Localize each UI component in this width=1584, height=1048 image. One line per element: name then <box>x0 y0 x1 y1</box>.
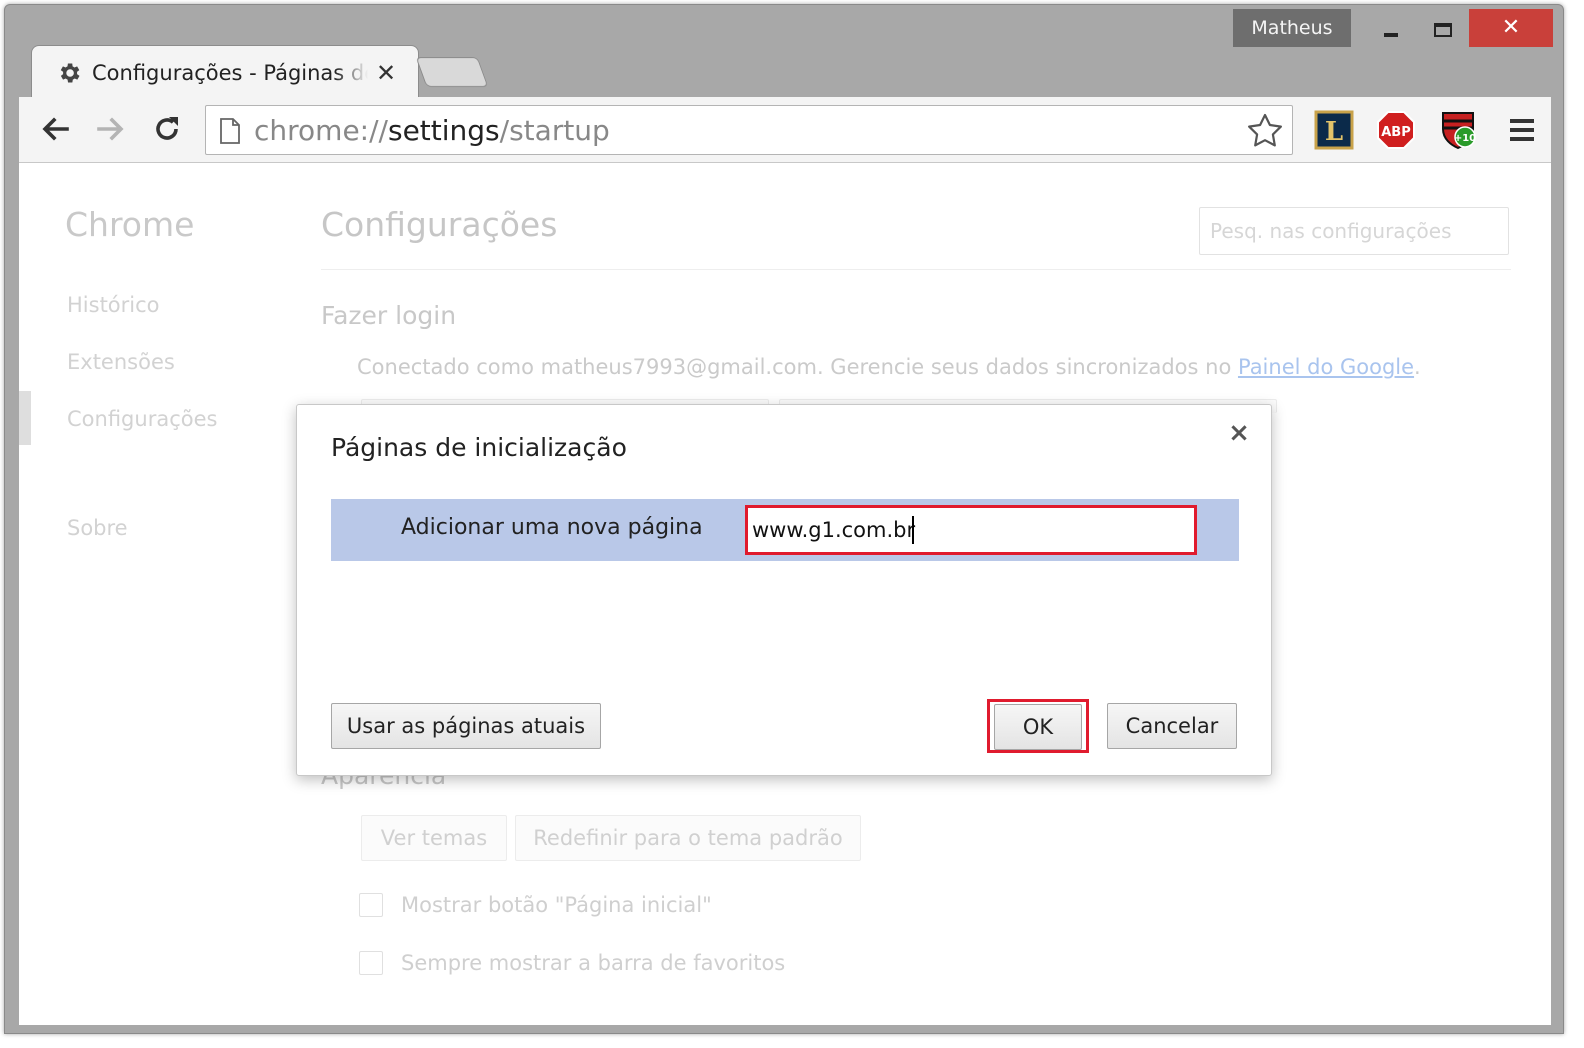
forward-arrow-icon <box>97 117 124 141</box>
profile-button[interactable]: Matheus <box>1233 9 1351 47</box>
sidebar-item-extensoes[interactable]: Extensões <box>67 350 175 374</box>
login-section-heading: Fazer login <box>321 301 457 330</box>
shield-badge-label: +10 <box>1454 133 1476 144</box>
league-badge-icon: L <box>1314 110 1354 150</box>
abp-label: ABP <box>1381 125 1411 140</box>
startup-pages-dialog: Páginas de inicialização × Adicionar uma… <box>296 404 1272 776</box>
add-page-row: Adicionar uma nova página <box>331 499 1239 561</box>
url-scheme: chrome:// <box>254 114 388 147</box>
login-info-text: Conectado como matheus7993@gmail.com. Ge… <box>357 355 1421 379</box>
minimize-icon <box>1384 32 1398 37</box>
flamengo-extension-icon[interactable]: +10 <box>1437 109 1479 151</box>
league-extension-icon[interactable]: L <box>1313 109 1355 151</box>
maximize-icon <box>1434 22 1452 37</box>
dialog-close-button[interactable]: × <box>1225 419 1253 447</box>
show-bookmarks-bar-label: Sempre mostrar a barra de favoritos <box>401 951 786 975</box>
dialog-title: Páginas de inicialização <box>331 433 627 462</box>
sidebar-title: Chrome <box>65 205 195 244</box>
show-home-button-checkbox[interactable] <box>359 893 383 917</box>
reload-icon <box>156 117 178 140</box>
sidebar-item-sobre[interactable]: Sobre <box>67 516 128 540</box>
reload-button[interactable] <box>149 111 185 147</box>
add-page-input-highlight <box>745 505 1197 555</box>
minimize-button[interactable] <box>1365 9 1417 47</box>
show-home-button-label: Mostrar botão "Página inicial" <box>401 893 712 917</box>
text-caret <box>912 516 914 544</box>
tab-title: Configurações - Páginas de inicialização <box>92 61 368 85</box>
google-dashboard-link[interactable]: Painel do Google <box>1238 355 1414 379</box>
sidebar-item-configuracoes[interactable]: Configurações <box>67 407 217 431</box>
url-path: /startup <box>499 114 610 147</box>
sidebar-active-indicator <box>19 391 31 445</box>
back-arrow-icon <box>42 117 69 141</box>
chrome-menu-button[interactable] <box>1501 109 1543 151</box>
sidebar-item-historico[interactable]: Histórico <box>67 293 160 317</box>
tab-settings[interactable]: Configurações - Páginas de inicialização… <box>31 45 419 101</box>
toolbar: chrome://settings/startup L ABP +10 <box>19 97 1551 163</box>
back-button[interactable] <box>37 111 73 147</box>
ok-button[interactable]: OK <box>994 704 1082 750</box>
show-bookmarks-bar-checkbox[interactable] <box>359 951 383 975</box>
hamburger-menu-icon <box>1510 119 1534 141</box>
url-host: settings <box>387 114 500 147</box>
add-page-label: Adicionar uma nova página <box>401 515 703 540</box>
title-divider <box>321 269 1511 270</box>
view-themes-button[interactable]: Ver temas <box>361 815 507 861</box>
forward-button[interactable] <box>93 111 129 147</box>
use-current-pages-button[interactable]: Usar as páginas atuais <box>331 703 601 749</box>
settings-search-input[interactable]: Pesq. nas configurações <box>1199 207 1509 255</box>
add-page-input[interactable] <box>748 508 1194 552</box>
maximize-button[interactable] <box>1417 9 1469 47</box>
tab-close-button[interactable]: ✕ <box>374 59 398 87</box>
ok-button-highlight: OK <box>987 699 1089 753</box>
page-title: Configurações <box>321 205 558 244</box>
adblock-plus-icon[interactable]: ABP <box>1375 109 1417 151</box>
login-info-text-body: Conectado como matheus7993@gmail.com. Ge… <box>357 355 1238 379</box>
address-bar[interactable]: chrome://settings/startup <box>205 105 1293 155</box>
window-close-button[interactable]: ✕ <box>1469 9 1553 47</box>
cancel-button[interactable]: Cancelar <box>1107 703 1237 749</box>
gear-icon <box>60 63 80 83</box>
abp-octagon-icon: ABP <box>1377 111 1415 149</box>
league-letter: L <box>1325 117 1343 147</box>
address-url[interactable]: chrome://settings/startup <box>254 112 610 150</box>
reset-theme-button[interactable]: Redefinir para o tema padrão <box>515 815 861 861</box>
login-info-text-end: . <box>1414 355 1421 379</box>
star-icon[interactable] <box>1246 112 1284 150</box>
new-tab-button[interactable] <box>415 57 489 87</box>
shield-badge-icon: +10 <box>1442 112 1476 150</box>
page-icon <box>220 118 240 144</box>
